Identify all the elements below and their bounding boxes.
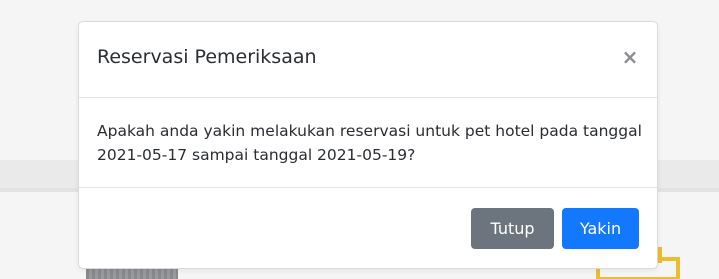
reservation-confirm-modal: Reservasi Pemeriksaan × Apakah anda yaki… xyxy=(78,21,658,269)
confirm-button[interactable]: Yakin xyxy=(562,208,639,249)
modal-title: Reservasi Pemeriksaan xyxy=(97,46,317,68)
modal-header: Reservasi Pemeriksaan × xyxy=(79,22,657,98)
modal-footer: Tutup Yakin xyxy=(79,187,657,269)
close-button[interactable]: Tutup xyxy=(471,208,554,249)
modal-message: Apakah anda yakin melakukan reservasi un… xyxy=(97,122,642,164)
close-icon[interactable]: × xyxy=(619,46,641,68)
